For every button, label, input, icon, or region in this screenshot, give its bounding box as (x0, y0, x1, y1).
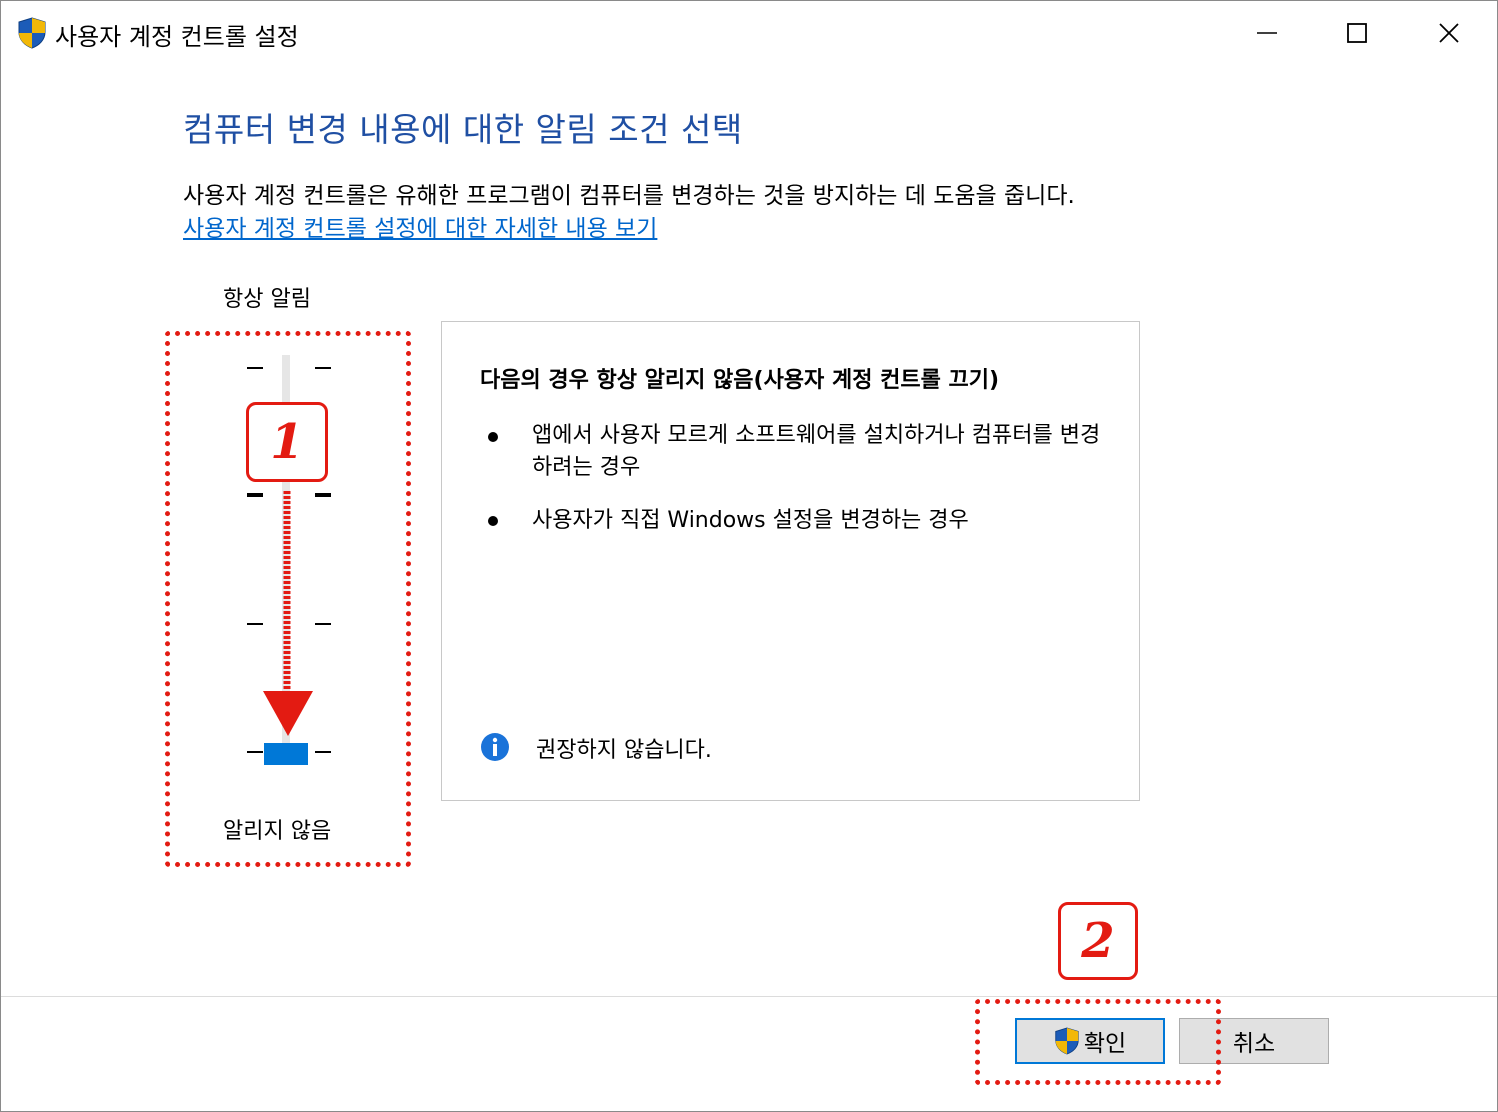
minimize-button[interactable] (1221, 1, 1313, 65)
info-text: 권장하지 않습니다. (536, 738, 712, 763)
slider-top-label: 항상 알림 (223, 287, 311, 312)
panel-title: 다음의 경우 항상 알리지 않음(사용자 계정 컨트롤 끄기) (480, 368, 1000, 393)
annotation-box-ok (975, 999, 1221, 1085)
bullet-item: 앱에서 사용자 모르게 소프트웨어를 설치하거나 컴퓨터를 변경하려는 경우 (532, 423, 1101, 480)
info-icon (481, 733, 509, 761)
help-link[interactable]: 사용자 계정 컨트롤 설정에 대한 자세한 내용 보기 (183, 209, 657, 243)
level-description-panel: 다음의 경우 항상 알리지 않음(사용자 계정 컨트롤 끄기) 앱에서 사용자 … (441, 321, 1140, 801)
annotation-badge-1: 1 (246, 402, 328, 482)
annotation-badge-2: 2 (1058, 902, 1138, 980)
close-button[interactable] (1403, 1, 1495, 65)
maximize-button[interactable] (1311, 1, 1403, 65)
window-title: 사용자 계정 컨트롤 설정 (55, 23, 299, 51)
maximize-icon (1347, 23, 1367, 43)
annotation-arrow-down-icon (263, 491, 313, 736)
close-icon (1439, 23, 1459, 43)
bullet-icon (488, 432, 498, 442)
minimize-icon (1257, 32, 1277, 34)
uac-shield-icon (18, 17, 46, 49)
page-heading: 컴퓨터 변경 내용에 대한 알림 조건 선택 (183, 110, 743, 149)
cancel-button-label: 취소 (1232, 1031, 1276, 1057)
uac-settings-window: 사용자 계정 컨트롤 설정 컴퓨터 변경 내용에 대한 알림 조건 선택 사용자… (0, 0, 1498, 1112)
bullet-item: 사용자가 직접 Windows 설정을 변경하는 경우 (532, 508, 969, 533)
title-bar[interactable]: 사용자 계정 컨트롤 설정 (1, 1, 1497, 65)
bullet-icon (488, 516, 498, 526)
description-text: 사용자 계정 컨트롤은 유해한 프로그램이 컴퓨터를 변경하는 것을 방지하는 … (183, 183, 1075, 209)
